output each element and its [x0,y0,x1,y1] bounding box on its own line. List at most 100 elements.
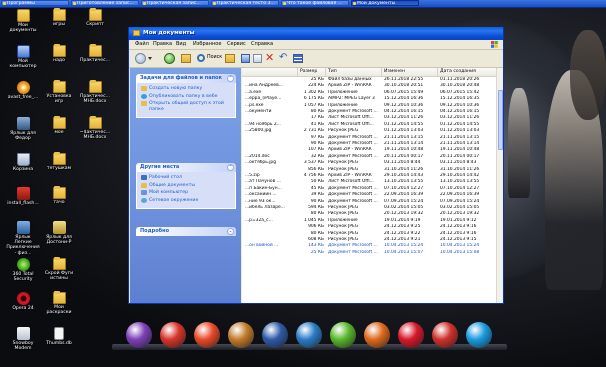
desktop-icon-avast[interactable]: avast_free_... [6,81,40,100]
details-header[interactable]: Подробно ⌄ [136,227,236,236]
place-shared-documents[interactable]: Общие документы [141,182,232,189]
desktop-icon-practical[interactable]: Практичес... [78,44,112,63]
task-share-folder[interactable]: Открыть общий доступ к этой папке [141,101,232,112]
desktop-icon-tacho[interactable]: тачо [42,186,76,205]
firefox-icon[interactable] [364,322,390,348]
menu-edit[interactable]: Правка [153,41,172,48]
shortcut-icon [16,221,30,234]
file-tasks-header[interactable]: Задачи для файлов и папок ⌃ [136,74,236,83]
undo-icon[interactable]: ↶ [279,52,287,63]
purple-orb-icon[interactable] [126,322,152,348]
avast-icon [16,81,30,94]
globe-icon[interactable] [296,322,322,348]
folder-icon [52,8,66,21]
desktop-icon-coloring[interactable]: Мои раскраски [42,291,76,315]
desktop-icon-tetushkam[interactable]: тетушкам [42,152,76,171]
back-dropdown-icon[interactable] [148,57,152,60]
desktop-icon-practical-doc[interactable]: Практичес... МНБ.docx [78,80,112,104]
views-icon[interactable] [293,54,303,63]
skype-icon[interactable] [466,322,492,348]
menu-help[interactable]: Справка [251,41,273,48]
desktop-icon-opera[interactable]: Opera 24 [6,292,40,311]
desktop-icon-script[interactable]: Скрипт [78,8,112,27]
other-places-panel: Другие места ⌃ Рабочий стол Общие докуме… [136,163,236,209]
desktop-icon-install-games[interactable]: Установка игр [42,80,76,105]
pin-icon[interactable] [432,322,458,348]
column-size[interactable]: Размер [298,68,326,76]
mario-icon[interactable] [160,322,186,348]
desktop-icon-thumbs[interactable]: Thumbs.db [42,327,76,346]
toolbar: Поиск ✕ ↶ [129,50,503,68]
desktop-icon-fedor[interactable]: Ярлык для Федор [6,117,40,141]
chevron-up-icon[interactable]: ⌃ [227,164,234,171]
desktop: Программы Приготовление запис... Практич… [0,0,606,367]
up-folder-icon[interactable] [181,54,191,63]
file-row[interactable]: 25 КБ Документ Microsoft ... 10.04.2013 15… [242,250,503,256]
desktop-icon-recycle-bin[interactable]: Корзина [6,153,40,172]
taskbar-button[interactable]: Что такое файловая ... [281,0,349,6]
place-label: Рабочий стол [149,175,182,180]
taskbar-button[interactable]: Практическая тесто 3... [211,0,279,6]
desktop-icon-dostoni[interactable]: Ярлык для Достони-Р [42,221,76,245]
column-modified[interactable]: Изменен [382,68,438,76]
search-icon[interactable] [197,54,205,62]
column-type[interactable]: Тип [326,68,382,76]
forward-button[interactable] [164,53,175,64]
task-pane: Задачи для файлов и папок ⌃ Создать нову… [130,68,241,303]
desktop-icon-label: Установка игр [46,94,72,105]
taskbar-button[interactable]: Приготовление запис... [71,0,139,6]
app-icon [3,2,6,5]
menu-view[interactable]: Вид [176,41,186,48]
search-button[interactable]: Поиск [207,54,222,65]
desktop-icon-360-security[interactable]: 360 Total Security [6,258,40,282]
menu-favorites[interactable]: Избранное [193,41,221,48]
desktop-icon-label: тетушкам [46,166,72,171]
desktop-icon-label: Ярлык Легкие Приключения - физ... [6,235,40,256]
scrollbar-thumb[interactable] [498,90,503,150]
taskbar-button[interactable]: Практическая запис... [141,0,209,6]
taskbar-button[interactable]: Программы [1,0,69,6]
task-new-folder[interactable]: Создать новую папку [141,86,232,92]
media-icon[interactable] [262,322,288,348]
taskbar-button-active[interactable]: Мои документы [351,0,419,6]
column-name[interactable] [242,68,298,76]
place-network[interactable]: Сетевое окружение [141,197,232,204]
clover-icon[interactable] [330,322,356,348]
place-label: Сетевое окружение [149,197,199,203]
panel-title: Подробно [140,228,170,234]
desktop-icon-my-documents[interactable]: Мои документы [6,9,40,33]
folder-grid-icon[interactable] [228,322,254,348]
vertical-scrollbar[interactable] [496,68,503,303]
desktop-icon-snowboy[interactable]: Snowboy Modem [6,327,40,351]
opera-icon[interactable] [398,322,424,348]
pinwheel-icon[interactable] [194,322,220,348]
place-my-computer[interactable]: Мой компьютер [141,190,232,196]
desktop-icon-my-computer[interactable]: Мой компьютер [6,45,40,69]
chevron-up-icon[interactable]: ⌃ [227,75,234,82]
other-places-header[interactable]: Другие места ⌃ [136,163,236,172]
desktop-icon-truth[interactable]: Скрой Фуги истины [42,257,76,281]
desktop-icon-temp-doc[interactable]: ~$актичес... МНБ.docx [78,116,112,140]
copy-to-icon[interactable] [253,54,262,63]
desktop-icon-label: Ярлык для Федор [10,131,36,142]
folder-icon [52,257,66,270]
back-button[interactable] [135,53,146,64]
desktop-icon-easy-adventures[interactable]: Ярлык Легкие Приключения - физ... [6,221,40,256]
taskbar-button-label: Программы [7,1,35,6]
menu-file[interactable]: Файл [135,41,149,48]
taskbar: Программы Приготовление запис... Практич… [0,0,606,8]
desktop-icon-nado[interactable]: надо [42,44,76,63]
chevron-down-icon[interactable]: ⌄ [227,228,234,235]
desktop-icon-install-flash[interactable]: install_flash... [6,187,40,206]
folders-icon[interactable] [225,54,235,63]
window-title-bar[interactable]: Мои документы [129,27,503,40]
column-created[interactable]: Дата создания [438,68,497,76]
place-desktop[interactable]: Рабочий стол [141,175,232,181]
desktop-icon-moe[interactable]: мое [42,116,76,135]
desktop-icon-games[interactable]: игры [42,8,76,27]
menu-tools[interactable]: Сервис [227,41,246,48]
delete-icon[interactable]: ✕ [265,52,274,63]
move-to-icon[interactable] [241,54,250,63]
folder-icon [52,291,66,304]
task-publish-web[interactable]: Опубликовать папку в вебе [141,93,232,100]
